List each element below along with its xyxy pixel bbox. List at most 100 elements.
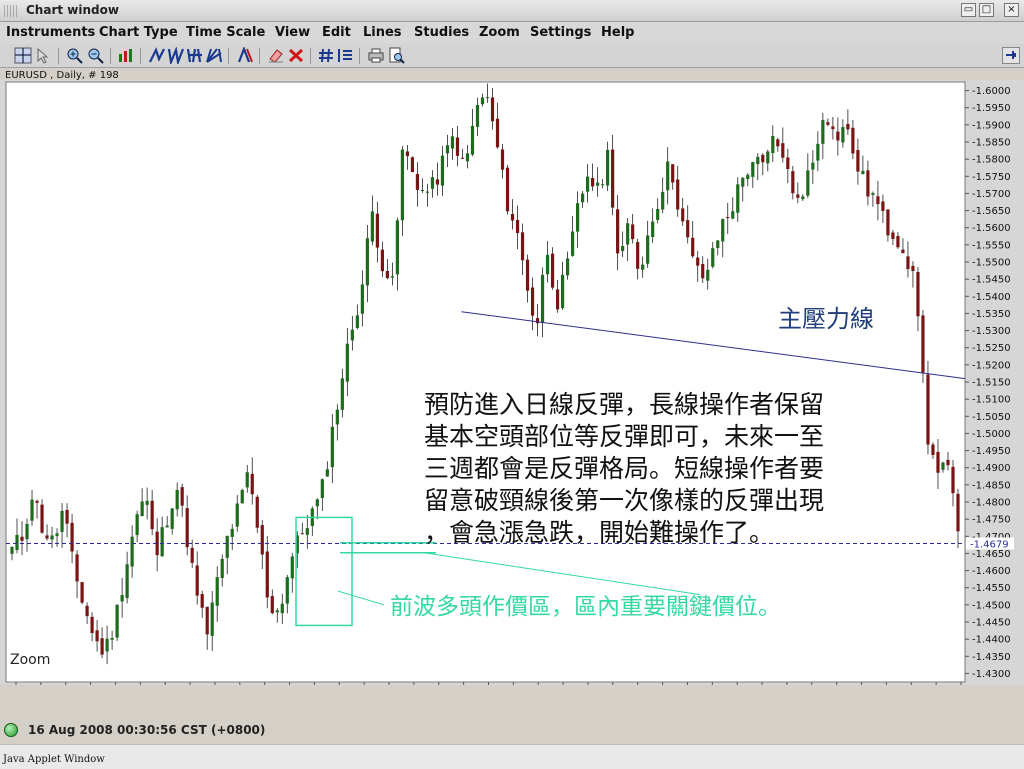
close-button[interactable]: × — [1004, 3, 1019, 17]
candle-up — [360, 284, 364, 314]
menu-zoom[interactable]: Zoom — [479, 25, 520, 40]
candle-down — [896, 235, 900, 248]
candle-up — [861, 170, 865, 175]
candle-down — [410, 157, 415, 173]
candle-down — [435, 179, 440, 185]
candle-up — [641, 264, 645, 270]
y-tick-label: -1.4800 — [972, 498, 1011, 509]
candle-down — [836, 131, 840, 141]
y-tick-label: -1.5100 — [972, 395, 1011, 406]
candle-down — [80, 582, 84, 603]
menu-view[interactable]: View — [275, 25, 310, 40]
zoom-in-icon[interactable] — [66, 47, 84, 64]
candle-down — [510, 213, 515, 221]
candle-down — [791, 171, 795, 194]
draw-zigzag-icon[interactable] — [167, 46, 185, 67]
candle-down — [701, 263, 705, 279]
candle-down — [831, 126, 835, 130]
draw-fan-icon[interactable] — [205, 47, 223, 64]
candle-down — [535, 318, 540, 324]
y-tick-label: -1.5950 — [972, 103, 1011, 114]
candle-down — [85, 605, 89, 617]
menu-time-scale[interactable]: Time Scale — [186, 25, 265, 40]
window-grip-icon — [4, 5, 18, 17]
candle-down — [686, 220, 690, 238]
candle-up — [110, 638, 114, 640]
pin-icon[interactable] — [1002, 47, 1020, 64]
candle-up — [540, 274, 545, 323]
candle-up — [751, 162, 755, 177]
candle-up — [565, 258, 570, 276]
candle-down — [195, 565, 199, 596]
candle-down — [265, 551, 269, 598]
candle-up — [736, 184, 740, 213]
connection-status-icon — [4, 723, 18, 737]
candle-down — [611, 149, 615, 208]
y-tick-label: -1.5450 — [972, 275, 1011, 286]
candle-up — [115, 604, 119, 638]
menu-chart-type[interactable]: Chart Type — [99, 25, 178, 40]
zoom-out-icon[interactable] — [87, 47, 105, 64]
candle-up — [305, 528, 309, 535]
candle-up — [290, 556, 294, 579]
print-icon[interactable] — [367, 47, 385, 64]
candle-up — [350, 329, 354, 341]
maximize-button[interactable]: □ — [979, 3, 994, 17]
candle-down — [270, 596, 274, 614]
draw-line-icon[interactable] — [148, 47, 166, 64]
candle-up — [841, 127, 845, 143]
y-tick-label: -1.5650 — [972, 206, 1011, 217]
candle-up — [586, 176, 590, 192]
grid-icon[interactable] — [317, 47, 335, 64]
candle-up — [806, 170, 810, 196]
y-tick-label: -1.4600 — [972, 566, 1011, 577]
candle-down — [70, 522, 74, 552]
annotation-text: 預防進入日線反彈，長線操作者保留 — [424, 390, 824, 419]
eraser-icon[interactable] — [267, 47, 285, 64]
select-icon[interactable] — [35, 47, 53, 64]
menu-studies[interactable]: Studies — [414, 25, 469, 40]
candle-up — [395, 220, 400, 275]
candlestick-icon[interactable] — [117, 47, 135, 64]
candle-down — [951, 466, 955, 494]
annotation-text: ，會急漲急跌，開始難操作了。 — [424, 518, 774, 547]
draw-pen-icon[interactable] — [236, 45, 254, 64]
candle-down — [901, 249, 905, 254]
draw-channel-icon[interactable] — [186, 47, 204, 64]
candle-up — [25, 523, 29, 540]
crosshair-icon[interactable] — [14, 47, 32, 64]
candle-down — [616, 209, 620, 254]
candle-up — [666, 161, 670, 191]
print-preview-icon[interactable] — [387, 47, 405, 64]
delete-icon[interactable] — [287, 47, 305, 64]
restore-button[interactable]: ▭ — [961, 3, 976, 17]
candle-up — [10, 546, 14, 554]
candle-up — [450, 136, 455, 149]
candle-down — [380, 249, 384, 272]
zone-annotation-text: 前波多頭作價區，區內重要關鍵價位。 — [390, 594, 781, 620]
menu-instruments[interactable]: Instruments — [6, 25, 95, 40]
candle-down — [520, 232, 525, 261]
y-tick-label: -1.5500 — [972, 258, 1011, 269]
candle-down — [250, 473, 254, 495]
menu-settings[interactable]: Settings — [530, 25, 591, 40]
current-price-label: -1.4679 — [970, 539, 1009, 550]
candle-down — [926, 374, 930, 445]
menu-lines[interactable]: Lines — [363, 25, 402, 40]
y-tick-label: -1.5300 — [972, 326, 1011, 337]
price-chart[interactable]: -1.6000 -1.5950 -1.5900 -1.5850 -1.5800 -1.57… — [0, 80, 1024, 713]
candle-down — [190, 547, 194, 563]
candle-up — [240, 489, 244, 504]
y-tick-label: -1.4750 — [972, 515, 1011, 526]
table-icon[interactable] — [336, 47, 354, 64]
candle-down — [100, 638, 104, 655]
candle-down — [911, 265, 915, 271]
candle-up — [135, 514, 139, 535]
chart-svg[interactable]: -1.6000 -1.5950 -1.5900 -1.5850 -1.5800 -1.57… — [0, 80, 1024, 713]
candle-up — [210, 602, 214, 636]
candle-down — [726, 217, 730, 219]
menu-help[interactable]: Help — [601, 25, 634, 40]
menu-edit[interactable]: Edit — [322, 25, 351, 40]
candle-down — [826, 122, 830, 125]
y-tick-label: -1.4350 — [972, 652, 1011, 663]
